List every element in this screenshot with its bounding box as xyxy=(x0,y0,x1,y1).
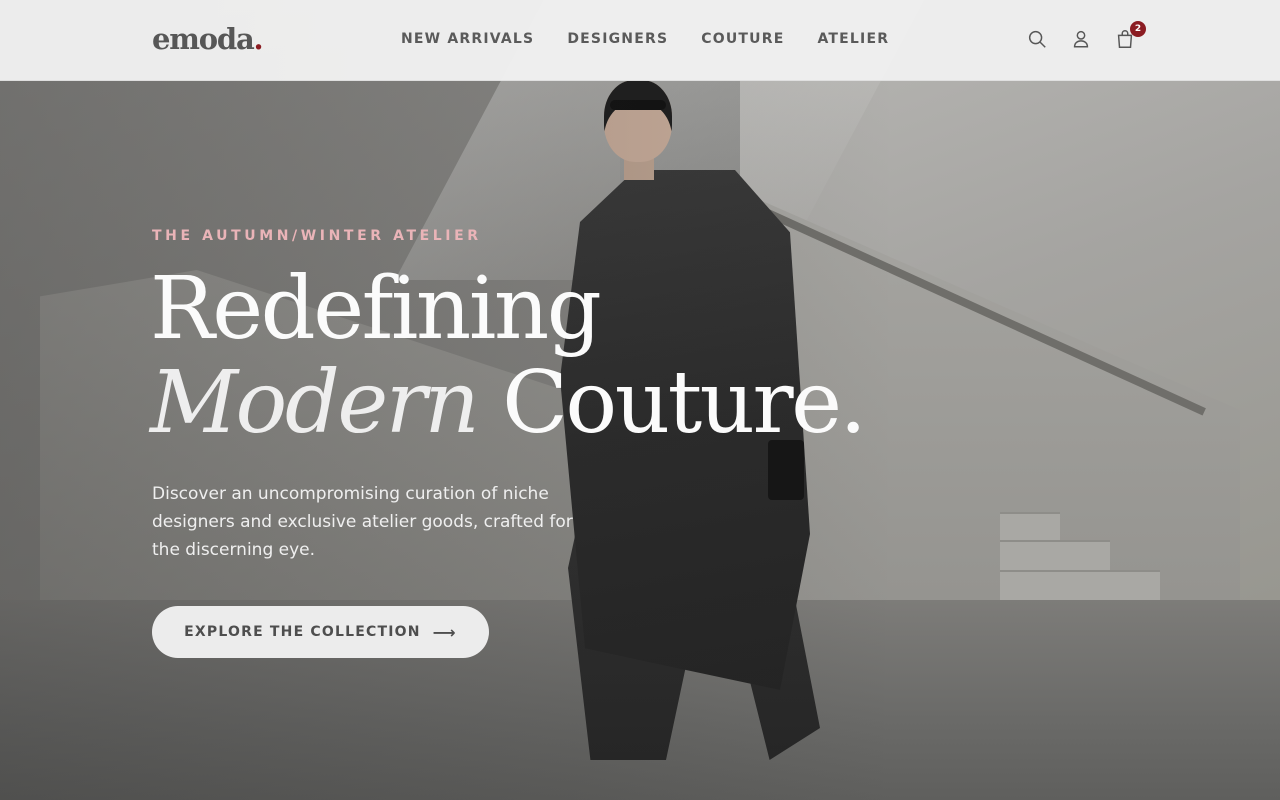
hero-eyebrow: THE AUTUMN/WINTER ATELIER xyxy=(152,228,482,244)
explore-collection-button[interactable]: EXPLORE THE COLLECTION ⟶ xyxy=(152,606,489,658)
brand-logo[interactable]: emoda. xyxy=(152,22,264,56)
headline-italic-word: Modern xyxy=(150,353,480,453)
site-header: emoda. NEW ARRIVALS DESIGNERS COUTURE AT… xyxy=(0,0,1280,81)
headline-rest: Couture. xyxy=(477,353,867,453)
nav-item-couture[interactable]: COUTURE xyxy=(701,31,784,47)
headline-line-1: Redefining xyxy=(150,259,602,359)
account-button[interactable] xyxy=(1070,28,1094,52)
user-icon xyxy=(1073,30,1089,48)
headline-line-2: Modern Couture. xyxy=(150,356,1050,450)
cart-count-badge: 2 xyxy=(1130,21,1146,37)
nav-item-designers[interactable]: DESIGNERS xyxy=(567,31,668,47)
cart-button[interactable]: 2 xyxy=(1114,21,1146,52)
main-nav: NEW ARRIVALS DESIGNERS COUTURE ATELIER xyxy=(401,31,889,47)
hero-headline: Redefining Modern Couture. xyxy=(150,262,1050,450)
nav-item-new-arrivals[interactable]: NEW ARRIVALS xyxy=(401,31,534,47)
logo-dot: . xyxy=(253,22,264,56)
cta-label: EXPLORE THE COLLECTION xyxy=(184,624,421,640)
header-actions: 2 xyxy=(1026,21,1146,52)
logo-text: emoda xyxy=(152,22,255,56)
search-button[interactable] xyxy=(1026,28,1050,52)
arrow-right-icon: ⟶ xyxy=(432,622,457,642)
nav-item-atelier[interactable]: ATELIER xyxy=(817,31,889,47)
search-icon xyxy=(1028,30,1046,48)
hero-description: Discover an uncompromising curation of n… xyxy=(152,484,573,560)
